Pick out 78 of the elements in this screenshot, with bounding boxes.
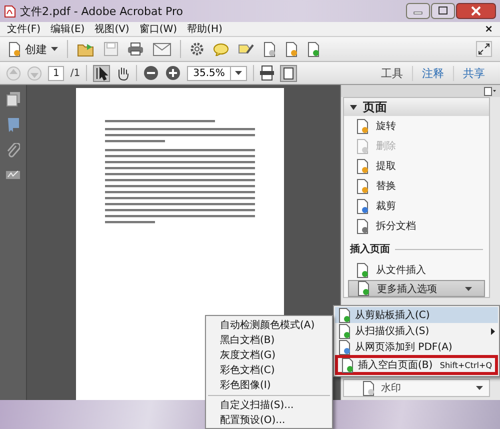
tool-item[interactable]: 拆分文档 — [344, 216, 489, 236]
zoom-out-icon[interactable] — [143, 65, 160, 81]
tool-item[interactable]: 替换 — [344, 176, 489, 196]
page-icon[interactable] — [263, 42, 276, 56]
menu-item[interactable]: 帮助(H) — [182, 22, 228, 36]
section-header[interactable]: 页面 — [344, 98, 489, 116]
tool-item: 删除 — [344, 136, 489, 156]
window-title: 文件2.pdf - Adobe Acrobat Pro — [20, 4, 184, 18]
page-icon — [341, 358, 354, 372]
zoom-in-icon[interactable] — [165, 65, 182, 81]
create-button[interactable]: 创建 — [8, 42, 58, 56]
envelope-icon[interactable] — [153, 42, 171, 56]
menu-item[interactable]: 插入空白页面(B) Shift+Ctrl+Q — [335, 355, 498, 375]
page-icon — [356, 138, 369, 154]
paperclip-icon[interactable] — [6, 143, 20, 159]
menu-item[interactable]: 灰度文档(G) — [206, 348, 332, 363]
menu-item[interactable]: 自定义扫描(S)... — [206, 398, 332, 413]
page-icon — [356, 178, 369, 194]
menu-item[interactable]: 彩色图像(I) — [206, 378, 332, 393]
speech-bubble-icon[interactable] — [213, 42, 229, 56]
menu-item[interactable]: 从网页添加到 PDF(A) — [335, 339, 498, 355]
tool-item[interactable]: 提取 — [344, 156, 489, 176]
menu-item[interactable]: 从扫描仪插入(S) — [335, 323, 498, 339]
dropdown-button[interactable]: 更多插入选项 — [348, 280, 485, 297]
page-icon — [362, 380, 375, 396]
tool-item[interactable]: 从文件插入 — [344, 260, 489, 280]
caret-icon — [465, 286, 472, 290]
page-icon — [356, 118, 369, 134]
page-icon — [356, 218, 369, 234]
page-number-field[interactable]: 1 — [48, 66, 64, 80]
caret-icon — [476, 386, 483, 390]
tool-item[interactable]: 旋转 — [344, 116, 489, 136]
menu-item[interactable]: 视图(V) — [90, 22, 134, 36]
menu-item[interactable]: 配置预设(O)... — [206, 413, 332, 428]
close-button[interactable] — [456, 3, 496, 19]
tool-item[interactable]: 裁剪 — [344, 196, 489, 216]
printer-icon[interactable] — [127, 42, 144, 56]
page-icon — [338, 308, 351, 322]
menu-item[interactable]: 窗口(W) — [134, 22, 182, 36]
page-icon[interactable] — [285, 42, 298, 56]
signature-icon[interactable] — [5, 169, 21, 181]
caret-icon — [51, 47, 58, 51]
fit-page-icon[interactable] — [280, 64, 297, 82]
panel-tab[interactable]: 共享 — [453, 66, 494, 80]
menu-item[interactable]: 彩色文档(C) — [206, 363, 332, 378]
watermark-dropdown[interactable]: 水印 — [343, 379, 490, 397]
menu-item[interactable]: 编辑(E) — [46, 22, 90, 36]
page-icon[interactable] — [307, 42, 320, 56]
hand-icon[interactable] — [116, 66, 130, 80]
menu-item[interactable]: 文件(F) — [2, 22, 46, 36]
page-total: /1 — [70, 68, 80, 78]
zoom-field[interactable]: 35.5% — [187, 66, 247, 80]
section-subheading: 插入页面 — [350, 242, 390, 256]
page-icon — [356, 158, 369, 174]
panel-tab[interactable]: 工具 — [372, 66, 412, 80]
panel-tab[interactable]: 注释 — [412, 66, 453, 80]
fit-width-icon[interactable] — [260, 65, 274, 81]
folder-icon[interactable] — [77, 42, 95, 56]
page-icon — [356, 262, 369, 278]
page-icon — [8, 42, 21, 56]
menu-item[interactable]: 从剪贴板插入(C) — [335, 307, 498, 323]
page-icon — [338, 340, 351, 354]
disclosure-triangle-icon[interactable] — [350, 104, 357, 110]
pdf-icon — [4, 4, 16, 18]
tag-pencil-icon[interactable] — [238, 42, 254, 56]
caret-icon — [234, 71, 242, 75]
menu-item[interactable]: 自动检测颜色模式(A) — [206, 318, 332, 333]
panel-options-icon[interactable] — [484, 86, 496, 96]
expand-icon[interactable] — [476, 41, 492, 57]
menu-item[interactable]: 黑白文档(B) — [206, 333, 332, 348]
gear-icon[interactable] — [190, 42, 204, 56]
maximize-button[interactable] — [431, 3, 455, 19]
page-icon — [338, 324, 351, 338]
select-cursor-icon[interactable] — [93, 64, 110, 82]
pages-icon[interactable] — [6, 91, 20, 107]
shortcut-label: Shift+Ctrl+Q — [440, 360, 492, 370]
page-icon — [356, 198, 369, 214]
close-document-button[interactable]: × — [480, 24, 498, 34]
